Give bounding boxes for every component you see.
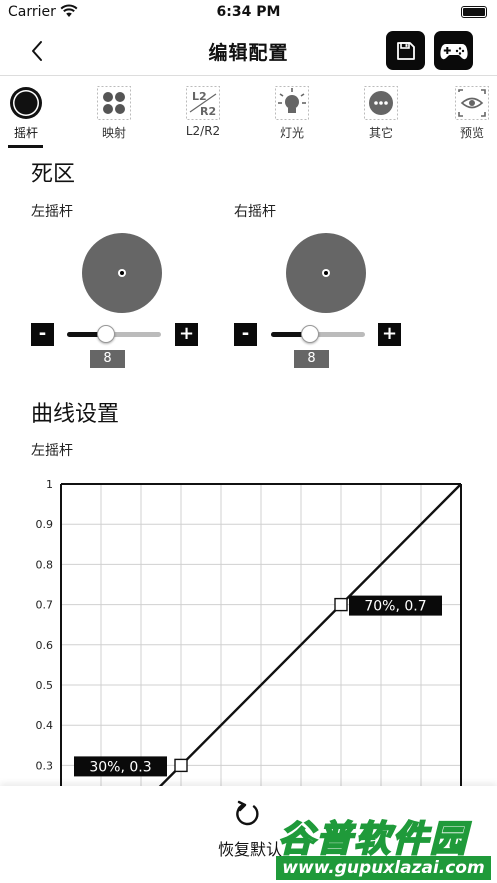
reset-default-button[interactable]: 恢复默认 (218, 836, 282, 860)
tab-label: 预览 (459, 126, 484, 140)
tab-label: 其它 (368, 126, 393, 140)
tab-label: 摇杆 (13, 126, 38, 140)
watermark-title: 谷普软件园 (277, 818, 469, 861)
y-tick-label: 0.8 (36, 558, 54, 571)
tab-lights[interactable]: 灯光 (262, 82, 322, 146)
joystick-center-dot (118, 269, 126, 277)
y-tick-label: 0.4 (36, 719, 54, 732)
site-watermark: 谷普软件园 www.gupuxlazai.com (276, 810, 497, 883)
refresh-icon[interactable] (234, 800, 262, 828)
tab-label: L2/R2 (185, 124, 221, 138)
floppy-disk-icon (396, 41, 415, 60)
four-dots-icon (97, 86, 131, 120)
light-bulb-icon (275, 86, 309, 120)
left-slider-thumb[interactable] (97, 325, 116, 343)
gamepad-icon (439, 43, 468, 59)
more-icon (364, 86, 398, 120)
curve-control-point[interactable] (174, 758, 188, 773)
left-plus-button[interactable]: + (175, 323, 198, 346)
status-bar: Carrier 6:34 PM (0, 0, 497, 26)
right-joystick-preview (286, 233, 366, 313)
save-button[interactable] (386, 31, 425, 70)
y-tick-label: 0.5 (36, 679, 54, 692)
deadzone-title: 死区 (31, 162, 76, 187)
right-minus-button[interactable]: - (234, 323, 257, 346)
tab-joystick[interactable]: 摇杆 (0, 82, 56, 146)
clock: 6:34 PM (216, 4, 281, 20)
nav-bar: 编辑配置 (0, 26, 497, 76)
curve-title: 曲线设置 (31, 402, 120, 427)
y-tick-label: 0.6 (36, 639, 54, 652)
right-stick-label: 右摇杆 (234, 204, 276, 220)
tab-bar: 摇杆 映射 L2 R2 L2/R2 灯光 其它 预览 (0, 82, 497, 148)
joystick-icon (10, 87, 42, 119)
y-tick-label: 0.9 (36, 518, 54, 531)
tab-l2-r2[interactable]: L2 R2 L2/R2 (173, 82, 233, 146)
battery-icon (461, 6, 487, 18)
response-curve-chart[interactable]: 1 0.9 0.8 0.7 0.6 0.5 0.4 0.3 30%, 0.3 70%, 0.7 (28, 470, 478, 790)
left-stick-label: 左摇杆 (31, 204, 73, 220)
tab-mapping[interactable]: 映射 (84, 82, 144, 146)
left-minus-button[interactable]: - (31, 323, 54, 346)
watermark-url: www.gupuxlazai.com (276, 856, 491, 880)
y-tick-label: 0.3 (36, 759, 54, 772)
y-tick-label: 0.7 (36, 599, 54, 612)
active-tab-indicator (8, 145, 43, 148)
right-deadzone-value: 8 (294, 350, 329, 368)
y-tick-label: 1 (46, 478, 53, 491)
eye-icon (455, 86, 489, 120)
svg-text:L2: L2 (192, 90, 207, 103)
right-slider-thumb[interactable] (301, 325, 320, 343)
l2-r2-icon: L2 R2 (186, 86, 220, 120)
curve-control-point[interactable] (334, 597, 348, 612)
tab-preview[interactable]: 预览 (442, 82, 497, 146)
tab-label: 灯光 (279, 126, 304, 140)
control-point-label: 30%, 0.3 (89, 759, 151, 775)
left-deadzone-value: 8 (90, 350, 125, 368)
gamepad-button[interactable] (434, 31, 473, 70)
joystick-center-dot (322, 269, 330, 277)
curve-stick-label: 左摇杆 (31, 443, 73, 459)
tab-other[interactable]: 其它 (351, 82, 411, 146)
right-plus-button[interactable]: + (378, 323, 401, 346)
control-point-label: 70%, 0.7 (364, 599, 426, 615)
left-joystick-preview (82, 233, 162, 313)
svg-text:R2: R2 (200, 105, 216, 118)
tab-label: 映射 (101, 126, 126, 140)
